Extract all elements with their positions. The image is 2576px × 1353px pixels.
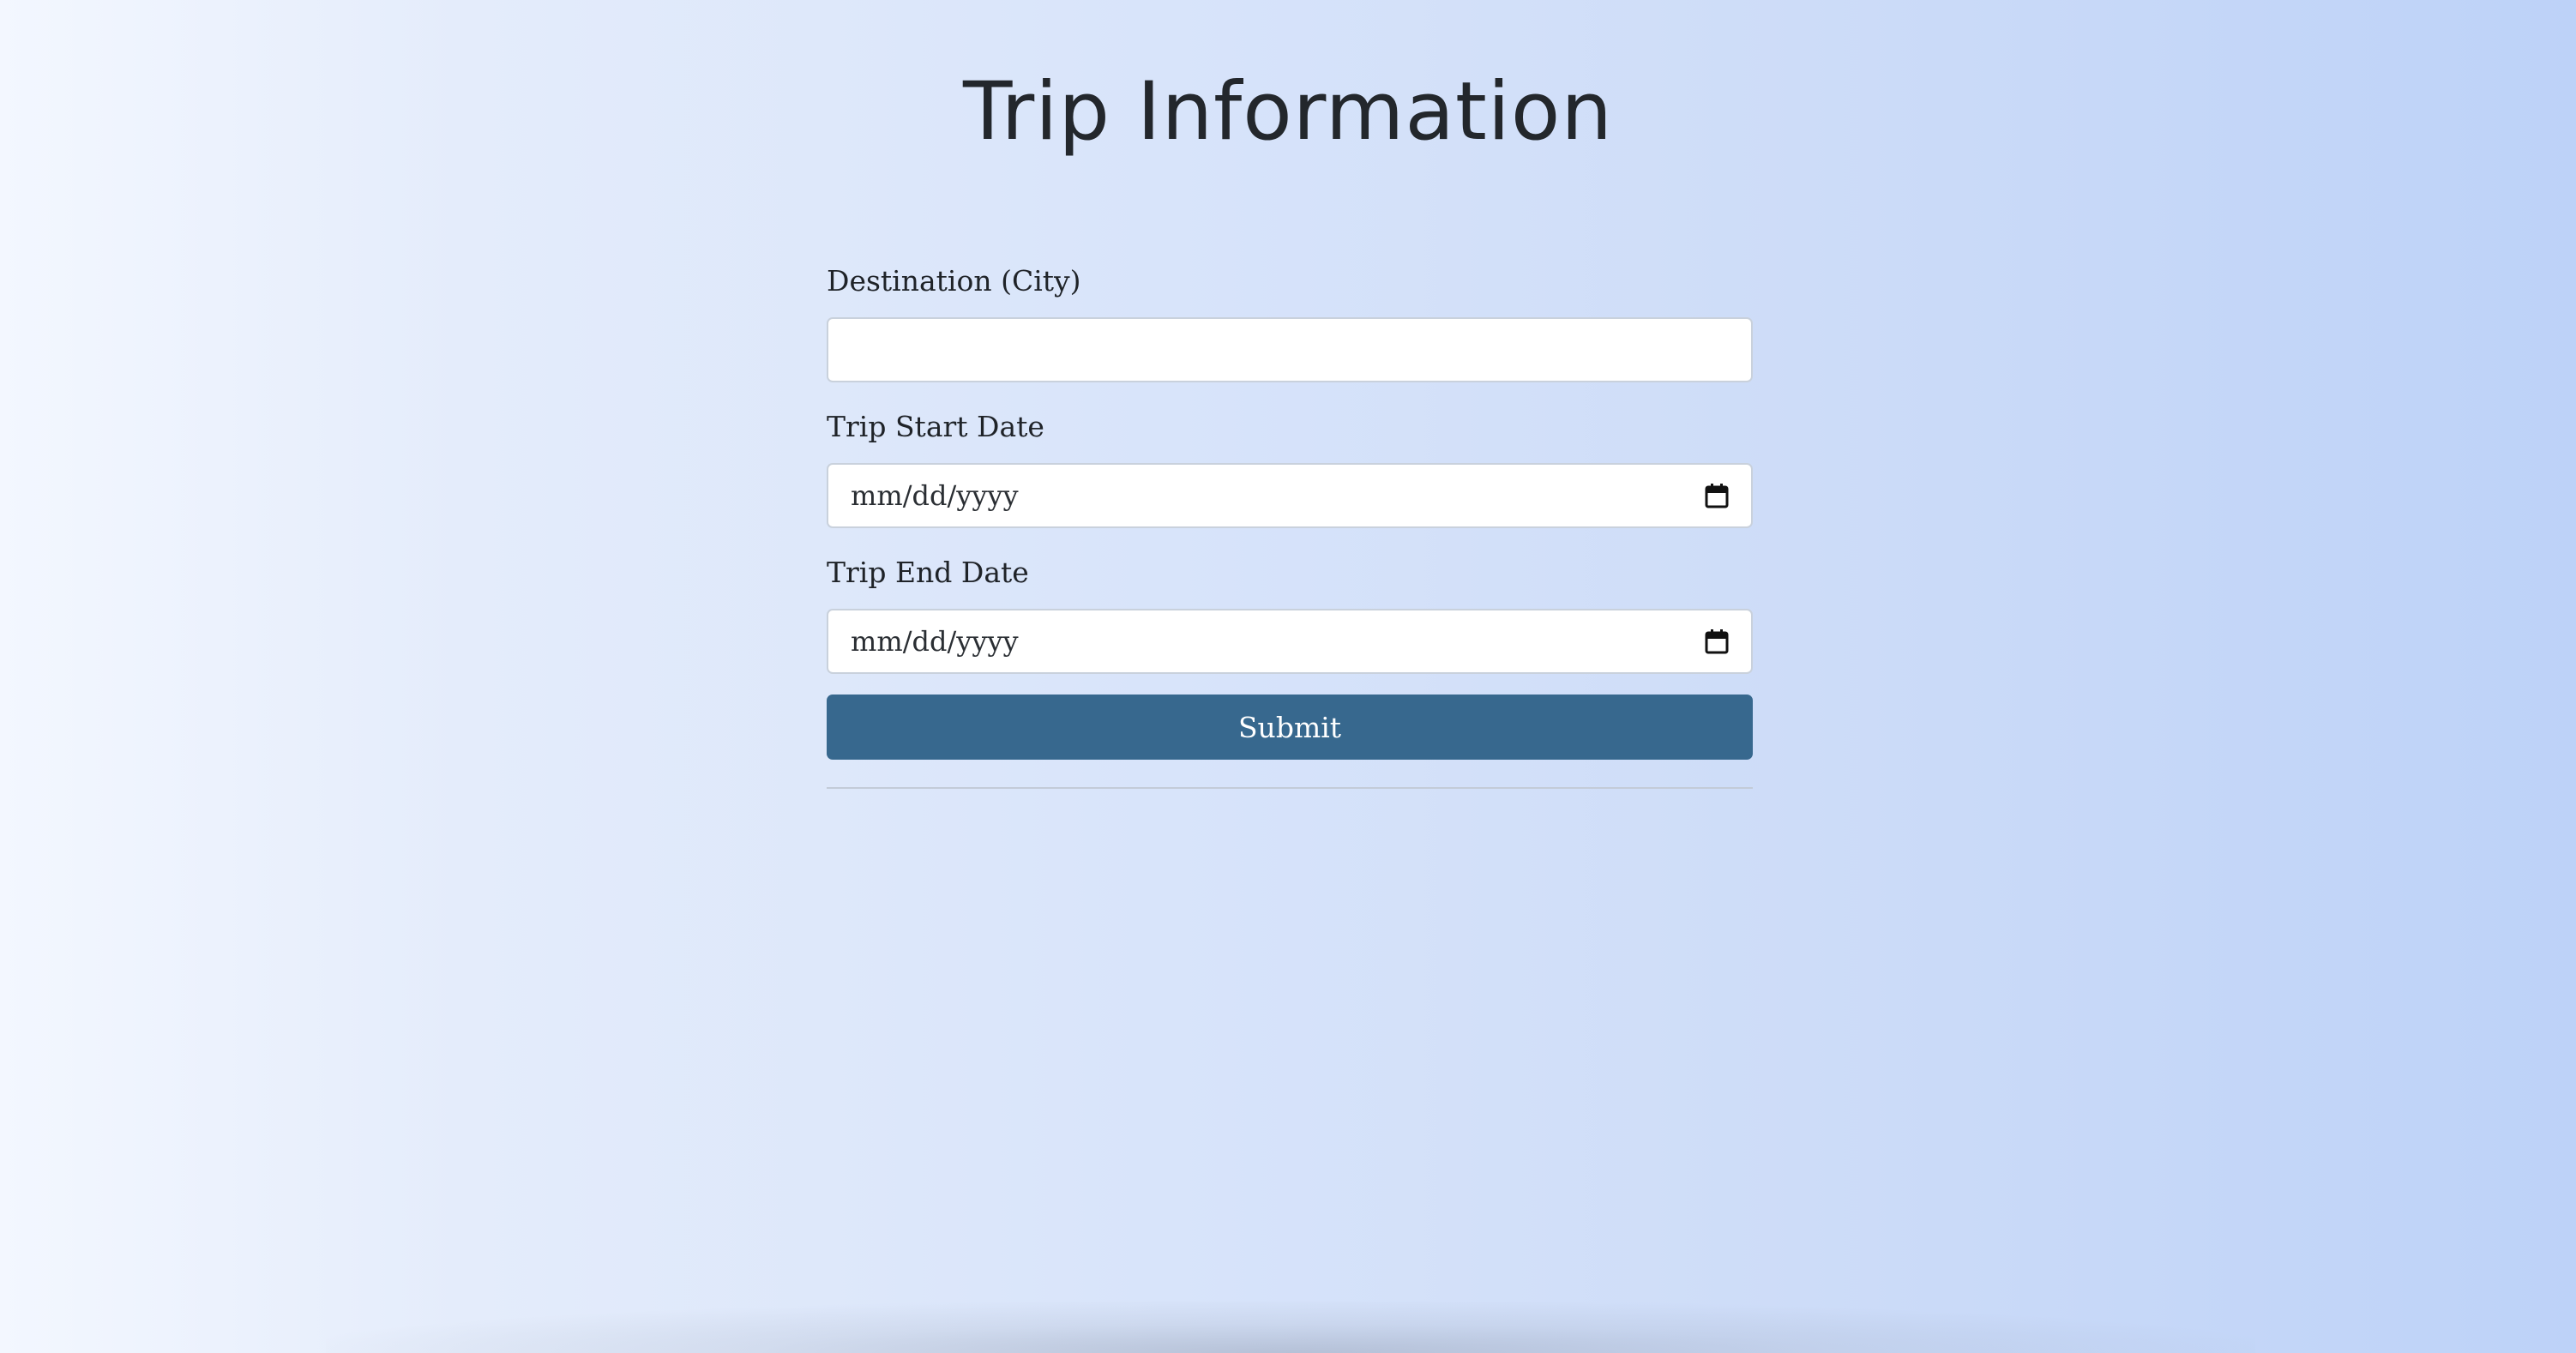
- destination-label: Destination (City): [827, 264, 1081, 298]
- end-date-placeholder: mm/dd/yyyy: [851, 625, 1019, 658]
- start-date-placeholder: mm/dd/yyyy: [851, 479, 1019, 512]
- bottom-shadow: [326, 1302, 2255, 1353]
- divider: [827, 787, 1753, 789]
- calendar-icon[interactable]: [1705, 628, 1729, 654]
- end-date-input[interactable]: mm/dd/yyyy: [827, 609, 1753, 674]
- destination-input[interactable]: [827, 317, 1753, 382]
- start-date-input[interactable]: mm/dd/yyyy: [827, 463, 1753, 528]
- submit-button[interactable]: Submit: [827, 695, 1753, 760]
- calendar-icon[interactable]: [1705, 483, 1729, 508]
- trip-form: Destination (City) Trip Start Date mm/dd…: [827, 257, 1753, 789]
- page-title: Trip Information: [962, 65, 1614, 159]
- end-date-label: Trip End Date: [827, 556, 1029, 589]
- start-date-label: Trip Start Date: [827, 410, 1044, 443]
